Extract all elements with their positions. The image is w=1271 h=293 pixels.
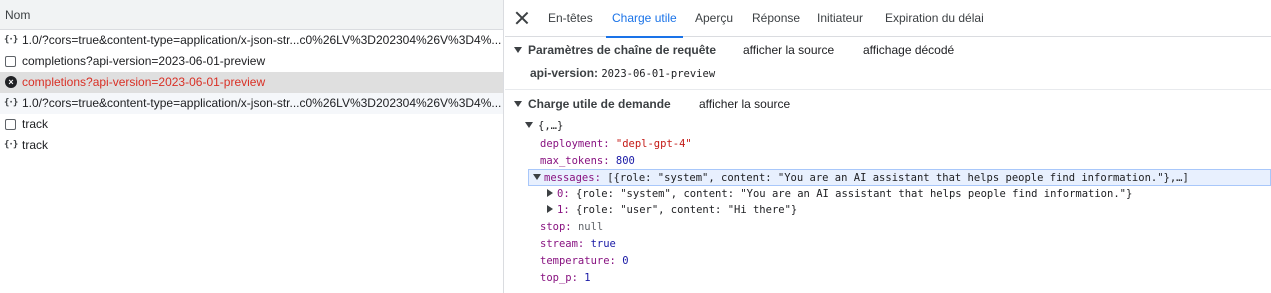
view-source-link[interactable]: afficher la source (699, 93, 790, 115)
json-value: 800 (615, 155, 635, 167)
request-payload-header[interactable]: Charge utile de demande afficher la sour… (505, 93, 1271, 115)
tab-response[interactable]: Réponse (752, 0, 800, 37)
json-value: "depl-gpt-4" (615, 138, 692, 150)
tab-initiator[interactable]: Initiateur (817, 0, 863, 37)
view-decoded-link[interactable]: affichage décodé (863, 39, 954, 61)
json-value: [{role: "system", content: "You are an A… (607, 172, 1189, 184)
request-details-panel: En-têtes Charge utile Aperçu Réponse Ini… (505, 0, 1271, 293)
json-root-value: {,…} (538, 120, 564, 132)
json-icon: {·} (4, 98, 18, 108)
json-key: 1: (557, 204, 570, 216)
query-param-key: api-version: (530, 66, 599, 80)
json-row-message-1[interactable]: 1: {role: "user", content: "Hi there"} (547, 202, 797, 219)
request-row[interactable]: {·} track (0, 135, 503, 156)
request-name: completions?api-version=2023-06-01-previ… (22, 75, 266, 89)
json-value: null (577, 221, 604, 233)
json-root-row[interactable]: {,…} (525, 118, 563, 135)
query-param-value: 2023-06-01-preview (601, 68, 716, 80)
json-row-stream[interactable]: stream: true (540, 236, 616, 253)
json-row-temperature[interactable]: temperature: 0 (540, 253, 629, 270)
json-row-stop[interactable]: stop: null (540, 219, 603, 236)
expand-arrow-icon[interactable] (547, 205, 553, 213)
json-row-deployment[interactable]: deployment: "depl-gpt-4" (540, 136, 692, 153)
expand-arrow-icon[interactable] (514, 101, 522, 107)
request-name: 1.0/?cors=true&content-type=application/… (22, 96, 502, 110)
error-icon: × (5, 76, 17, 88)
expand-arrow-icon[interactable] (533, 174, 541, 180)
json-key: top_p: (540, 272, 578, 284)
close-icon[interactable] (513, 9, 531, 27)
query-params-section: Paramètres de chaîne de requête afficher… (505, 38, 1271, 90)
json-key: stop: (540, 221, 572, 233)
json-key: messages: (544, 172, 601, 184)
json-key: 0: (557, 188, 570, 200)
document-icon (5, 119, 16, 130)
request-name: track (22, 138, 49, 152)
tab-timing[interactable]: Expiration du délai (885, 0, 984, 37)
json-key: stream: (540, 238, 585, 250)
request-row[interactable]: track (0, 114, 503, 135)
details-tabbar: En-têtes Charge utile Aperçu Réponse Ini… (505, 0, 1271, 38)
json-value: {role: "user", content: "Hi there"} (575, 204, 798, 216)
request-row-selected[interactable]: × completions?api-version=2023-06-01-pre… (0, 72, 503, 93)
tab-payload[interactable]: Charge utile (606, 0, 683, 38)
request-payload-title: Charge utile de demande (528, 97, 671, 111)
json-value: {role: "system", content: "You are an AI… (575, 188, 1133, 200)
json-row-messages[interactable]: messages: [{role: "system", content: "Yo… (533, 170, 1189, 187)
request-row[interactable]: {·} 1.0/?cors=true&content-type=applicat… (0, 93, 503, 114)
json-key: temperature: (540, 255, 616, 267)
request-name: 1.0/?cors=true&content-type=application/… (22, 33, 502, 47)
json-value: 1 (584, 272, 591, 284)
expand-arrow-icon[interactable] (514, 47, 522, 53)
json-row-top-p[interactable]: top_p: 1 (540, 270, 591, 287)
query-params-title: Paramètres de chaîne de requête (528, 43, 717, 57)
json-icon: {·} (4, 35, 18, 45)
expand-arrow-icon[interactable] (547, 189, 553, 197)
json-row-message-0[interactable]: 0: {role: "system", content: "You are an… (547, 186, 1132, 203)
document-icon (5, 56, 16, 67)
tab-preview[interactable]: Aperçu (695, 0, 733, 37)
request-row[interactable]: completions?api-version=2023-06-01-previ… (0, 51, 503, 72)
request-list-panel: Nom {·} 1.0/?cors=true&content-type=appl… (0, 0, 504, 293)
json-key: max_tokens: (540, 155, 610, 167)
json-value: 0 (622, 255, 629, 267)
query-param-row: api-version: 2023-06-01-preview (530, 65, 715, 82)
json-row-max-tokens[interactable]: max_tokens: 800 (540, 153, 635, 170)
view-source-link[interactable]: afficher la source (743, 39, 834, 61)
column-header-name[interactable]: Nom (0, 0, 503, 30)
json-icon: {·} (4, 140, 18, 150)
request-name: track (22, 117, 49, 131)
json-key: deployment: (540, 138, 610, 150)
tab-headers[interactable]: En-têtes (548, 0, 593, 37)
request-row[interactable]: {·} 1.0/?cors=true&content-type=applicat… (0, 30, 503, 51)
json-value: true (590, 238, 616, 250)
query-params-header[interactable]: Paramètres de chaîne de requête afficher… (505, 39, 1271, 61)
expand-arrow-icon[interactable] (525, 122, 533, 128)
request-name: completions?api-version=2023-06-01-previ… (22, 54, 266, 68)
